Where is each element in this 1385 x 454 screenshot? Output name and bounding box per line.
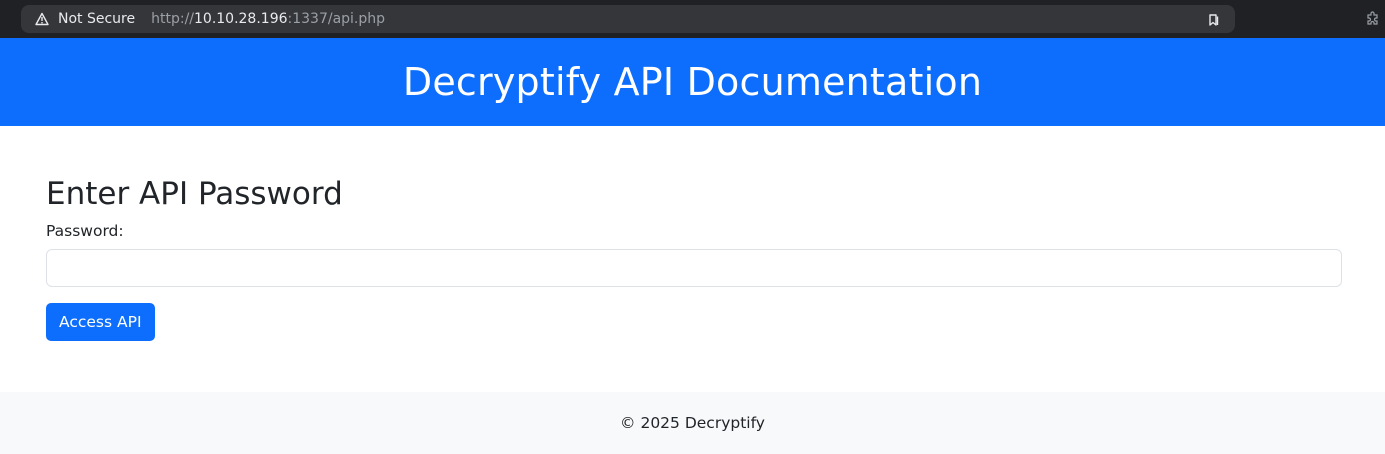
password-input[interactable] (46, 249, 1342, 287)
main-content: Enter API Password Password: Access API (0, 126, 1385, 392)
url-scheme: http:// (151, 11, 194, 27)
url-host: 10.10.28.196 (194, 11, 288, 27)
browser-chrome: Not Secure http://10.10.28.196:1337/api.… (0, 0, 1385, 38)
page-header: Decryptify API Documentation (0, 38, 1385, 126)
address-bar[interactable]: Not Secure http://10.10.28.196:1337/api.… (21, 5, 1235, 33)
warning-icon[interactable] (35, 12, 49, 26)
password-label: Password: (46, 222, 124, 240)
page-footer: © 2025 Decryptify (0, 392, 1385, 454)
page-title: Decryptify API Documentation (402, 60, 983, 104)
access-api-button[interactable]: Access API (46, 303, 155, 341)
extensions-icon[interactable] (1365, 11, 1381, 27)
section-heading: Enter API Password (46, 176, 343, 212)
bookmark-icon[interactable] (1207, 12, 1221, 26)
password-form: Password: Access API (46, 222, 1342, 341)
url-path: :1337/api.php (287, 11, 386, 27)
footer-copyright: © 2025 Decryptify (620, 414, 765, 432)
url-text[interactable]: http://10.10.28.196:1337/api.php (151, 11, 385, 27)
security-status-label[interactable]: Not Secure (58, 11, 135, 27)
